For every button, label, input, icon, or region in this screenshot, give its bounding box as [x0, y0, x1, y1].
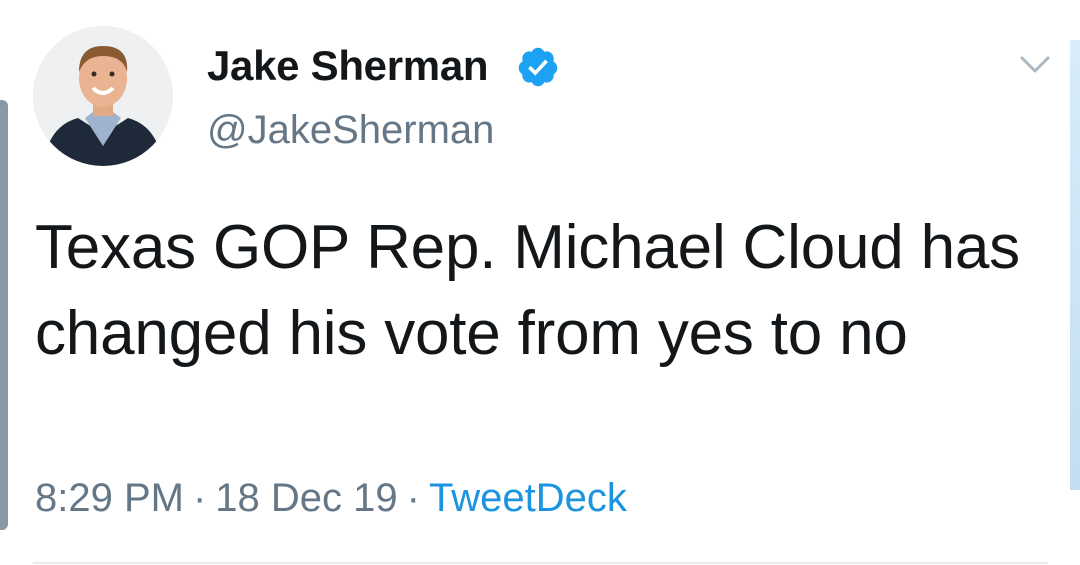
- divider: [33, 562, 1048, 564]
- scrollbar-thumb[interactable]: [1070, 40, 1080, 490]
- author-handle[interactable]: @JakeSherman: [207, 108, 494, 153]
- tweet-text: Texas GOP Rep. Michael Cloud has changed…: [35, 213, 1020, 368]
- verified-badge-icon: [518, 47, 558, 87]
- tweet-date[interactable]: 18 Dec 19: [215, 476, 397, 520]
- tweet-source-link[interactable]: TweetDeck: [429, 476, 627, 520]
- separator-dot: ·: [406, 476, 420, 520]
- author-display-name[interactable]: Jake Sherman: [207, 42, 489, 90]
- left-scroll-edge: [0, 100, 8, 530]
- avatar[interactable]: [33, 26, 173, 166]
- tweet-metadata: 8:29 PM · 18 Dec 19 · TweetDeck: [35, 476, 627, 521]
- separator-dot: ·: [192, 476, 207, 520]
- right-scrollbar[interactable]: [1070, 40, 1080, 490]
- chevron-down-icon[interactable]: [1018, 52, 1052, 76]
- avatar-image: [33, 26, 173, 166]
- tweet-time[interactable]: 8:29 PM: [35, 476, 184, 520]
